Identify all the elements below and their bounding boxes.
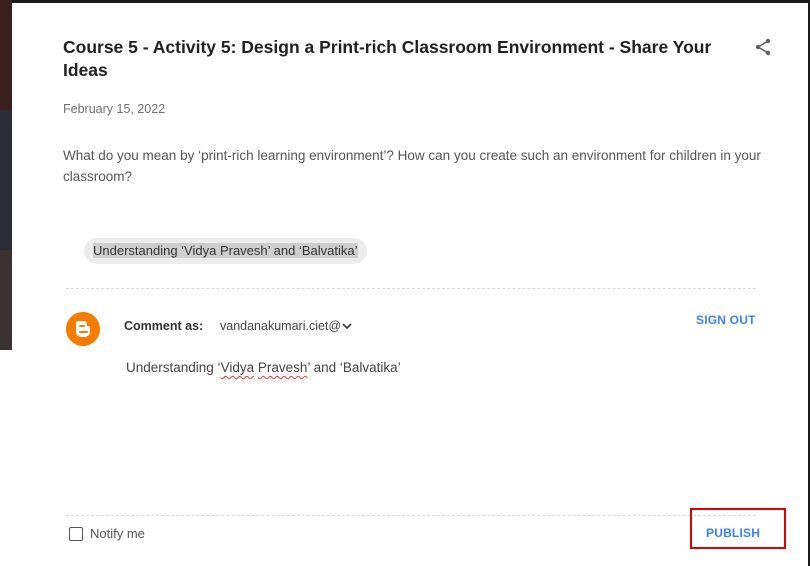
quoted-text: Understanding ‘Vidya Pravesh’ and ‘Balva… xyxy=(93,243,358,258)
post-body: What do you mean by ‘print-rich learning… xyxy=(63,148,761,184)
window-left-edge xyxy=(0,0,12,566)
edge-strip xyxy=(0,0,12,110)
comment-text-part: ’ and ‘Balvatika’ xyxy=(307,360,401,375)
edge-strip xyxy=(0,350,12,566)
edge-strip xyxy=(0,250,12,350)
comment-textarea[interactable]: Understanding ‘Vidya Pravesh’ and ‘Balva… xyxy=(126,358,746,478)
comment-divider-bottom xyxy=(66,515,756,516)
chevron-down-icon xyxy=(342,323,352,330)
post-title: Course 5 - Activity 5: Design a Print-ri… xyxy=(63,37,712,80)
sign-out-link[interactable]: SIGN OUT xyxy=(696,313,756,327)
comment-divider-top xyxy=(66,288,756,289)
edge-strip xyxy=(0,110,12,250)
publish-button[interactable]: PUBLISH xyxy=(706,526,760,540)
misspelled-word: Pravesh xyxy=(257,360,308,375)
share-icon[interactable] xyxy=(753,37,773,57)
post-date: February 15, 2022 xyxy=(63,102,166,116)
notify-me-checkbox[interactable] xyxy=(69,527,83,541)
account-selector[interactable]: vandanakumari.ciet@ xyxy=(220,316,370,336)
misspelled-word: Vidya xyxy=(220,360,255,375)
account-email: vandanakumari.ciet@ xyxy=(220,319,342,333)
window-top-border xyxy=(12,0,810,3)
notify-me-label[interactable]: Notify me xyxy=(90,526,145,541)
quoted-text-chip: Understanding ‘Vidya Pravesh’ and ‘Balva… xyxy=(84,238,367,264)
blogger-logo-icon xyxy=(66,312,100,346)
comment-as-label: Comment as: xyxy=(124,319,204,333)
comment-text-part: Understanding ‘ xyxy=(126,360,221,375)
